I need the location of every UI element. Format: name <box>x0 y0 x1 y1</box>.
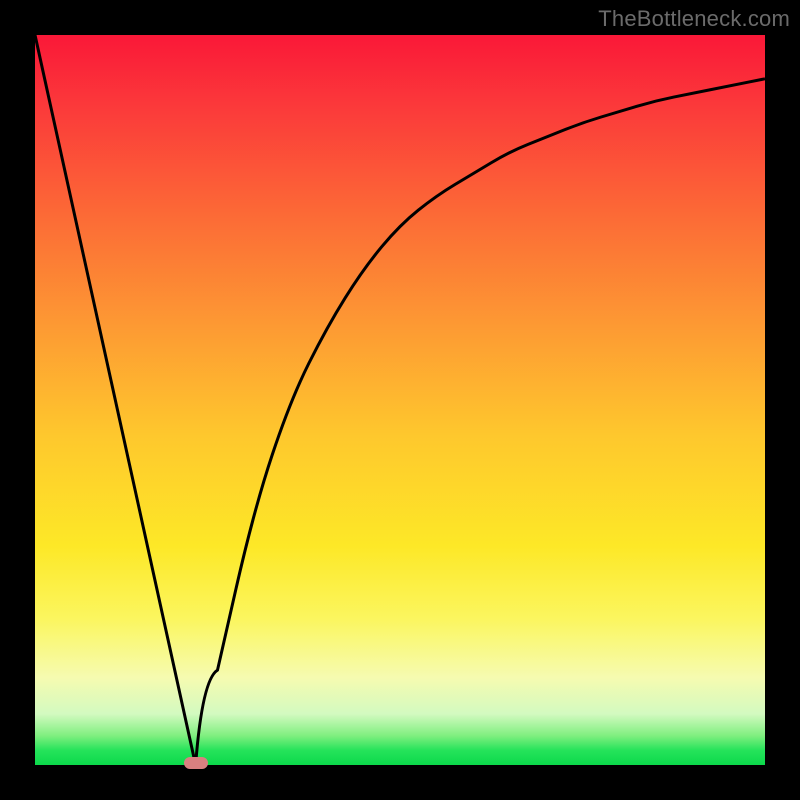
optimum-marker <box>184 757 208 769</box>
watermark-text: TheBottleneck.com <box>598 6 790 32</box>
curve-path <box>35 35 765 765</box>
bottleneck-curve <box>35 35 765 765</box>
plot-area <box>35 35 765 765</box>
chart-frame: TheBottleneck.com <box>0 0 800 800</box>
